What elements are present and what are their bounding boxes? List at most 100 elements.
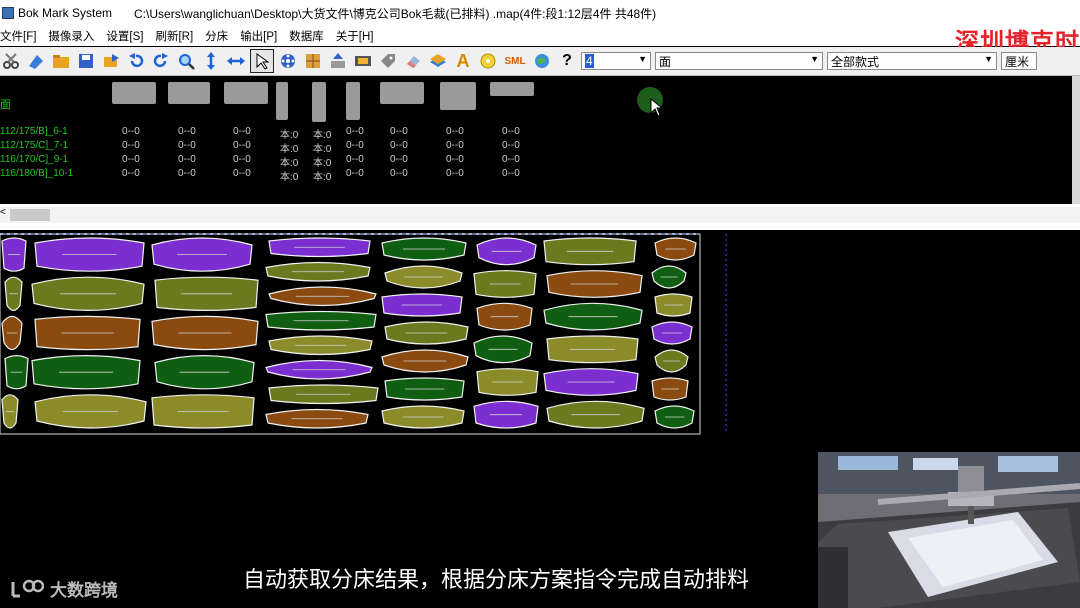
chevron-down-icon: ▼ xyxy=(638,54,647,64)
table-cell: 本:0 xyxy=(280,172,299,183)
text-a-glyph: A xyxy=(456,50,470,71)
redacted-header xyxy=(346,82,360,120)
menu-about[interactable]: 关于[H] xyxy=(336,28,374,44)
tag-icon[interactable] xyxy=(377,50,399,72)
undo-icon[interactable] xyxy=(125,50,147,72)
vertical-arrows-icon[interactable] xyxy=(200,50,222,72)
menu-database[interactable]: 数据库 xyxy=(289,28,324,44)
mouse-cursor-icon xyxy=(650,98,664,117)
style-select-value: 全部款式 xyxy=(831,54,880,69)
table-cell: 本:0 xyxy=(313,172,332,183)
info-panel xyxy=(0,76,1080,204)
table-cell: 0--0 xyxy=(122,126,140,137)
export-icon[interactable] xyxy=(100,50,122,72)
pattern-icon[interactable] xyxy=(302,50,324,72)
table-cell: 0--0 xyxy=(390,154,408,165)
layer-select-value: 4 xyxy=(585,54,594,68)
menu-file[interactable]: 文件[F] xyxy=(0,28,36,44)
film-icon[interactable] xyxy=(352,50,374,72)
unit-select-value: 厘米 xyxy=(1005,54,1030,69)
app-icon xyxy=(2,7,14,19)
table-cell: 0--0 xyxy=(502,154,520,165)
table-cell: 0--0 xyxy=(390,168,408,179)
redacted-header xyxy=(312,82,326,122)
scissor-icon[interactable] xyxy=(0,50,22,72)
scroll-thumb[interactable] xyxy=(10,209,50,221)
table-cell: 0--0 xyxy=(446,168,464,179)
table-cell: 0--0 xyxy=(502,126,520,137)
watermark-logo-icon xyxy=(11,579,44,597)
horizontal-arrows-icon[interactable] xyxy=(225,50,247,72)
chevron-down-icon: ▼ xyxy=(984,54,993,64)
cd-icon[interactable] xyxy=(477,50,499,72)
table-cell: 0--0 xyxy=(178,154,196,165)
redo-icon[interactable] xyxy=(150,50,172,72)
table-cell: 0--0 xyxy=(502,168,520,179)
save-icon[interactable] xyxy=(75,50,97,72)
menu-settings[interactable]: 设置[S] xyxy=(106,28,143,44)
menu-camera-input[interactable]: 摄像录入 xyxy=(48,28,94,44)
menu-bar: 文件[F] 摄像录入 设置[S] 刷新[R] 分床 输出[P] 数据库 关于[H… xyxy=(0,26,1080,46)
help-label: ? xyxy=(562,52,572,69)
table-cell: 0--0 xyxy=(446,140,464,151)
table-cell: 本:0 xyxy=(280,130,299,141)
face-select[interactable]: 面 ▼ xyxy=(655,52,823,70)
video-subtitle: 自动获取分床结果，根据分床方案指令完成自动排料 xyxy=(243,567,750,592)
unit-select[interactable]: 厘米 xyxy=(1001,52,1037,70)
table-cell: 0--0 xyxy=(346,154,364,165)
table-cell: 0--0 xyxy=(446,126,464,137)
redacted-header xyxy=(276,82,288,120)
size-label: 116/170/C]_9-1 xyxy=(0,154,69,165)
upload-icon[interactable] xyxy=(327,50,349,72)
table-cell: 0--0 xyxy=(233,154,251,165)
table-cell: 0--0 xyxy=(233,168,251,179)
zoom-icon[interactable] xyxy=(175,50,197,72)
layer-select[interactable]: 4 ▼ xyxy=(581,52,651,70)
size-label: 112/175/C]_7-1 xyxy=(0,140,69,151)
window-title-bar: Bok Mark System C:\Users\wanglichuan\Des… xyxy=(0,0,1080,27)
table-cell: 0--0 xyxy=(390,140,408,151)
redacted-header xyxy=(440,82,476,110)
table-cell: 0--0 xyxy=(346,168,364,179)
watermark-text: 大数跨境 xyxy=(50,581,118,600)
help-icon[interactable]: ? xyxy=(556,50,578,72)
vertical-scrollbar[interactable] xyxy=(1072,76,1080,204)
table-cell: 0--0 xyxy=(122,140,140,151)
table-cell: 0--0 xyxy=(446,154,464,165)
size-label: 116/180/B]_10-1 xyxy=(0,168,74,179)
table-cell: 0--0 xyxy=(502,140,520,151)
file-path: C:\Users\wanglichuan\Desktop\大货文件\博克公司Bo… xyxy=(134,6,657,21)
menu-refresh[interactable]: 刷新[R] xyxy=(155,28,193,44)
reel-icon[interactable] xyxy=(277,50,299,72)
menu-split-bed[interactable]: 分床 xyxy=(205,28,228,44)
marker-layout-canvas[interactable] xyxy=(0,230,1080,450)
chevron-down-icon: ▼ xyxy=(810,54,819,64)
folder-open-icon[interactable] xyxy=(50,50,72,72)
sml-icon[interactable]: SML xyxy=(502,50,528,72)
redacted-header xyxy=(490,82,534,96)
globe-icon[interactable] xyxy=(531,50,553,72)
select-arrow-icon[interactable] xyxy=(250,49,274,73)
app-title: Bok Mark System xyxy=(18,6,113,20)
table-cell: 0--0 xyxy=(390,126,408,137)
table-cell: 0--0 xyxy=(122,168,140,179)
table-cell: 本:0 xyxy=(280,158,299,169)
table-cell: 0--0 xyxy=(178,126,196,137)
text-a-icon[interactable]: A xyxy=(452,50,474,72)
panel-face-mark: 面 xyxy=(0,99,11,111)
marker-icon[interactable] xyxy=(25,50,47,72)
table-cell: 0--0 xyxy=(233,126,251,137)
table-cell: 0--0 xyxy=(233,140,251,151)
style-select[interactable]: 全部款式 ▼ xyxy=(827,52,997,70)
table-cell: 0--0 xyxy=(178,168,196,179)
scroll-left-arrow[interactable]: < xyxy=(0,207,6,218)
erase-icon[interactable] xyxy=(402,50,424,72)
menu-output[interactable]: 输出[P] xyxy=(240,28,277,44)
cutting-machine-video xyxy=(818,452,1080,608)
sml-label: SML xyxy=(504,55,526,67)
horizontal-scrollbar[interactable]: < xyxy=(0,207,1080,223)
redacted-header xyxy=(380,82,424,104)
table-cell: 本:0 xyxy=(313,130,332,141)
layers-icon[interactable] xyxy=(427,50,449,72)
watermark: 大数跨境 xyxy=(10,576,118,601)
